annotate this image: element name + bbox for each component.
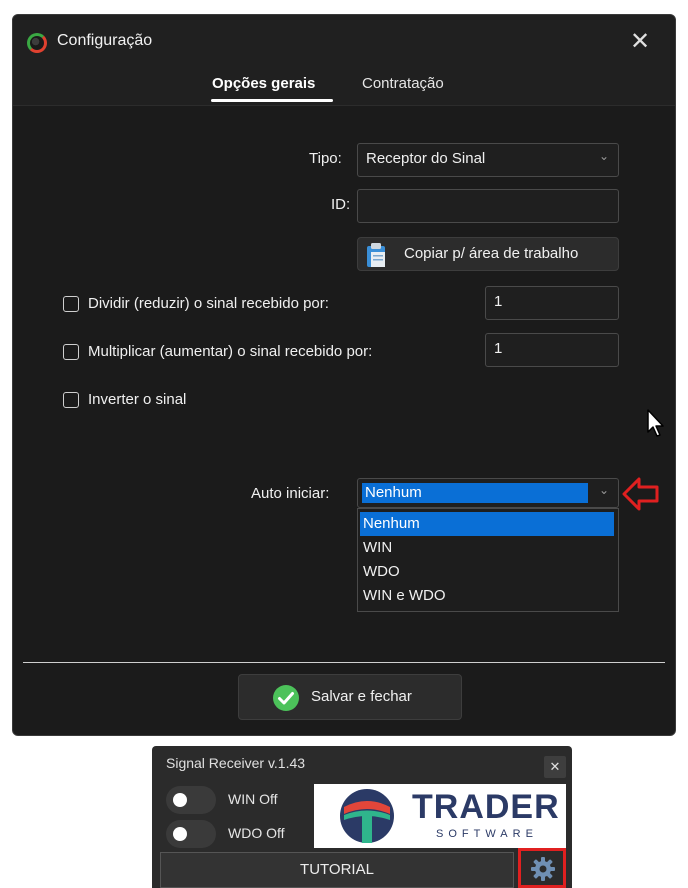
invert-checkbox[interactable] <box>63 392 79 408</box>
tipo-select[interactable]: Receptor do Sinal ⌄ <box>357 143 619 177</box>
tipo-select-value: Receptor do Sinal <box>366 150 486 167</box>
close-button[interactable]: ✕ <box>625 27 655 57</box>
widget-close-button[interactable]: ✕ <box>544 756 566 778</box>
signal-receiver-widget: Signal Receiver v.1.43 ✕ WIN Off WDO Off… <box>152 746 572 888</box>
auto-start-options-list: Nenhum WIN WDO WIN e WDO <box>357 508 619 612</box>
wdo-toggle[interactable] <box>166 820 216 848</box>
trader-logo-mark-icon <box>340 789 394 843</box>
tutorial-button[interactable]: TUTORIAL <box>160 852 514 888</box>
id-input[interactable] <box>357 189 619 223</box>
clipboard-icon <box>367 243 385 267</box>
win-toggle-knob <box>173 793 187 807</box>
logo-subtitle: SOFTWARE <box>436 828 538 840</box>
divide-label: Dividir (reduzir) o sinal recebido por: <box>88 295 329 312</box>
auto-start-label: Auto iniciar: <box>251 485 330 502</box>
mouse-cursor-icon <box>647 409 664 437</box>
id-label: ID: <box>331 196 351 213</box>
option-win[interactable]: WIN <box>360 536 614 560</box>
logo-wordmark: TRADER <box>412 788 560 826</box>
copy-button-label: Copiar p/ área de trabalho <box>404 245 579 262</box>
auto-start-value: Nenhum <box>365 484 422 501</box>
check-circle-icon <box>273 685 299 711</box>
tab-contracting[interactable]: Contratação <box>362 75 444 92</box>
win-toggle-label: WIN Off <box>228 791 278 807</box>
divide-value-input[interactable]: 1 <box>485 286 619 320</box>
chevron-down-icon: ⌄ <box>598 149 609 163</box>
multiply-value-input[interactable]: 1 <box>485 333 619 367</box>
option-nenhum[interactable]: Nenhum <box>360 512 614 536</box>
auto-start-select[interactable]: Nenhum ⌄ <box>357 478 619 508</box>
footer-divider <box>23 662 665 663</box>
dialog-title: Configuração <box>57 32 153 49</box>
chevron-down-icon: ⌄ <box>598 483 609 497</box>
tipo-label: Tipo: <box>309 150 342 167</box>
divide-checkbox[interactable] <box>63 296 79 312</box>
invert-label: Inverter o sinal <box>88 391 187 408</box>
widget-title: Signal Receiver v.1.43 <box>166 755 306 771</box>
copy-to-clipboard-button[interactable]: Copiar p/ área de trabalho <box>357 237 619 271</box>
wdo-toggle-label: WDO Off <box>228 825 285 841</box>
multiply-checkbox[interactable] <box>63 344 79 360</box>
red-arrow-left-icon <box>622 477 659 511</box>
tab-bar: Opções gerais Contratação <box>13 71 675 106</box>
title-bar: Configuração ✕ <box>13 15 675 71</box>
app-logo-icon <box>27 33 47 53</box>
trader-software-logo: TRADER SOFTWARE <box>314 784 566 848</box>
save-button-label: Salvar e fechar <box>311 688 412 705</box>
option-win-e-wdo[interactable]: WIN e WDO <box>360 584 614 608</box>
save-and-close-button[interactable]: Salvar e fechar <box>238 674 462 720</box>
active-tab-indicator <box>211 99 333 102</box>
wdo-toggle-knob <box>173 827 187 841</box>
multiply-label: Multiplicar (aumentar) o sinal recebido … <box>88 343 373 360</box>
multiply-value: 1 <box>494 340 503 357</box>
tab-general-options[interactable]: Opções gerais <box>212 75 315 92</box>
divide-value: 1 <box>494 293 503 310</box>
win-toggle[interactable] <box>166 786 216 814</box>
option-wdo[interactable]: WDO <box>360 560 614 584</box>
gear-icon <box>531 857 555 881</box>
config-dialog: Configuração ✕ Opções gerais Contratação… <box>12 14 676 736</box>
settings-button[interactable] <box>518 848 566 888</box>
